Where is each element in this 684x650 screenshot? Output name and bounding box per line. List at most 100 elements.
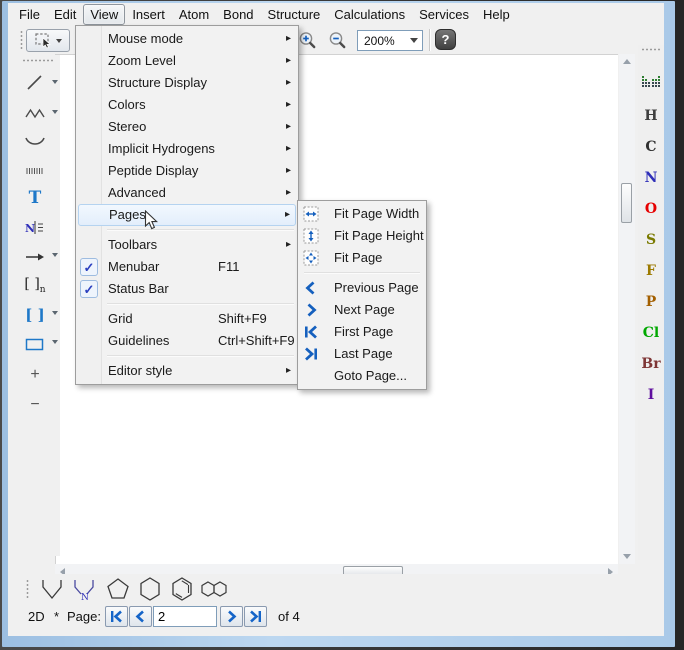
atom-label-tool-button[interactable]: N	[20, 215, 50, 239]
toolbar-grip[interactable]	[641, 48, 661, 51]
bracket-icon: [ ]	[25, 306, 44, 324]
element-button-H[interactable]: H	[638, 105, 664, 127]
svg-text:N: N	[25, 222, 35, 235]
element-button-C[interactable]: C	[638, 136, 664, 158]
submenu-item-previous-page[interactable]: Previous Page	[300, 277, 424, 299]
menu-item-toolbars[interactable]: Toolbars▸	[78, 234, 296, 256]
increase-charge-button[interactable]: +	[20, 363, 50, 387]
template-cyclopentane-button[interactable]	[104, 576, 132, 607]
chevron-down-icon[interactable]	[52, 340, 58, 344]
submenu-item-last-page[interactable]: Last Page	[300, 343, 424, 365]
menu-help[interactable]: Help	[476, 4, 517, 25]
menu-item-peptide-display[interactable]: Peptide Display▸	[78, 160, 296, 182]
element-button-N[interactable]: N	[638, 167, 664, 189]
zoom-in-button[interactable]	[296, 29, 320, 52]
next-page-button[interactable]	[220, 606, 243, 627]
marquee-select-icon	[35, 33, 53, 48]
menu-view[interactable]: View	[83, 4, 125, 25]
periodic-table-button[interactable]	[640, 73, 662, 91]
chevron-down-icon[interactable]	[52, 110, 58, 114]
menu-item-menubar[interactable]: ✓ Menubar F11	[78, 256, 296, 278]
menu-item-guidelines[interactable]: Guidelines Ctrl+Shift+F9	[78, 330, 296, 352]
template-cyclopentadiene-button[interactable]	[38, 576, 66, 607]
element-button-F[interactable]: F	[638, 260, 664, 282]
last-page-button[interactable]	[244, 606, 267, 627]
arc-tool-button[interactable]	[20, 129, 50, 153]
chevron-down-icon[interactable]	[52, 80, 58, 84]
menu-item-implicit-hydrogens[interactable]: Implicit Hydrogens▸	[78, 138, 296, 160]
repeating-group-tool-button[interactable]: [ ]n	[20, 273, 50, 297]
menu-item-structure-display[interactable]: Structure Display▸	[78, 72, 296, 94]
arrow-tool-button[interactable]	[20, 245, 50, 269]
element-button-Cl[interactable]: Cl	[638, 322, 664, 344]
toolbar-grip[interactable]	[26, 579, 29, 599]
comb-tool-button[interactable]	[20, 159, 50, 183]
arc-icon	[24, 133, 46, 149]
toolbar-grip[interactable]	[20, 30, 23, 50]
menu-item-label: First Page	[334, 324, 393, 339]
menu-item-label: Mouse mode	[108, 31, 183, 46]
element-button-P[interactable]: P	[638, 291, 664, 313]
vertical-scrollbar[interactable]	[619, 54, 635, 564]
first-page-button[interactable]	[105, 606, 128, 627]
scroll-up-icon[interactable]	[623, 59, 631, 64]
template-benzene-button[interactable]	[168, 576, 196, 607]
template-pyrrole-button[interactable]: N	[70, 576, 98, 607]
template-naphthalene-button[interactable]	[200, 580, 232, 603]
zoom-in-icon	[297, 30, 319, 52]
submenu-item-goto-page[interactable]: Goto Page...	[300, 365, 424, 387]
menu-services[interactable]: Services	[412, 4, 476, 25]
menu-atom[interactable]: Atom	[172, 4, 216, 25]
menu-item-editor-style[interactable]: Editor style▸	[78, 360, 296, 382]
menu-item-grid[interactable]: Grid Shift+F9	[78, 308, 296, 330]
element-symbol: I	[648, 387, 655, 403]
page-number-input[interactable]	[153, 606, 217, 627]
element-button-Br[interactable]: Br	[638, 353, 664, 375]
menu-item-stereo[interactable]: Stereo▸	[78, 116, 296, 138]
vertical-scroll-thumb[interactable]	[621, 183, 632, 223]
submenu-item-first-page[interactable]: First Page	[300, 321, 424, 343]
menu-item-advanced[interactable]: Advanced▸	[78, 182, 296, 204]
menu-edit[interactable]: Edit	[47, 4, 83, 25]
menu-file[interactable]: File	[12, 4, 47, 25]
submenu-item-fit-page-height[interactable]: Fit Page Height	[300, 225, 424, 247]
submenu-item-fit-page-width[interactable]: Fit Page Width	[300, 203, 424, 225]
page-label: Page:	[67, 609, 101, 624]
menu-item-label: Colors	[108, 97, 146, 112]
menu-item-label: Stereo	[108, 119, 146, 134]
chevron-down-icon[interactable]	[52, 311, 58, 315]
previous-page-button[interactable]	[129, 606, 152, 627]
decrease-charge-button[interactable]: −	[20, 393, 50, 417]
rectangle-tool-button[interactable]	[20, 333, 50, 357]
menu-calculations[interactable]: Calculations	[327, 4, 412, 25]
element-button-O[interactable]: O	[638, 198, 664, 220]
menu-item-colors[interactable]: Colors ▸	[78, 94, 296, 116]
element-button-I[interactable]: I	[638, 384, 664, 406]
submenu-item-next-page[interactable]: Next Page	[300, 299, 424, 321]
element-symbol: Cl	[643, 325, 659, 341]
chevron-down-icon[interactable]	[52, 253, 58, 257]
selection-tool-button[interactable]	[26, 29, 70, 52]
menu-bond[interactable]: Bond	[216, 4, 260, 25]
menu-item-mouse-mode[interactable]: Mouse mode▸	[78, 28, 296, 50]
menu-item-status-bar[interactable]: ✓ Status Bar	[78, 278, 296, 300]
help-button[interactable]: ?	[435, 29, 456, 50]
bond-tool-button[interactable]	[20, 71, 50, 95]
bracket-tool-button[interactable]: [ ]	[20, 303, 50, 327]
menu-structure[interactable]: Structure	[261, 4, 328, 25]
element-button-S[interactable]: S	[638, 229, 664, 251]
text-tool-button[interactable]: T	[20, 186, 50, 210]
toolbar-grip[interactable]	[22, 59, 54, 62]
submenu-item-fit-page[interactable]: Fit Page	[300, 247, 424, 269]
chain-tool-button[interactable]	[20, 101, 50, 125]
zoom-out-button[interactable]	[326, 29, 350, 52]
submenu-arrow-icon: ▸	[286, 94, 291, 116]
scroll-down-icon[interactable]	[623, 554, 631, 559]
menu-item-zoom-level[interactable]: Zoom Level▸	[78, 50, 296, 72]
checkmark-icon: ✓	[80, 258, 98, 276]
zoom-level-combobox[interactable]: 200%	[357, 30, 423, 51]
menu-insert[interactable]: Insert	[125, 4, 172, 25]
menu-item-label: Grid	[108, 311, 133, 326]
menu-item-pages[interactable]: Pages▸	[78, 204, 296, 226]
template-cyclohexane-button[interactable]	[136, 576, 164, 607]
